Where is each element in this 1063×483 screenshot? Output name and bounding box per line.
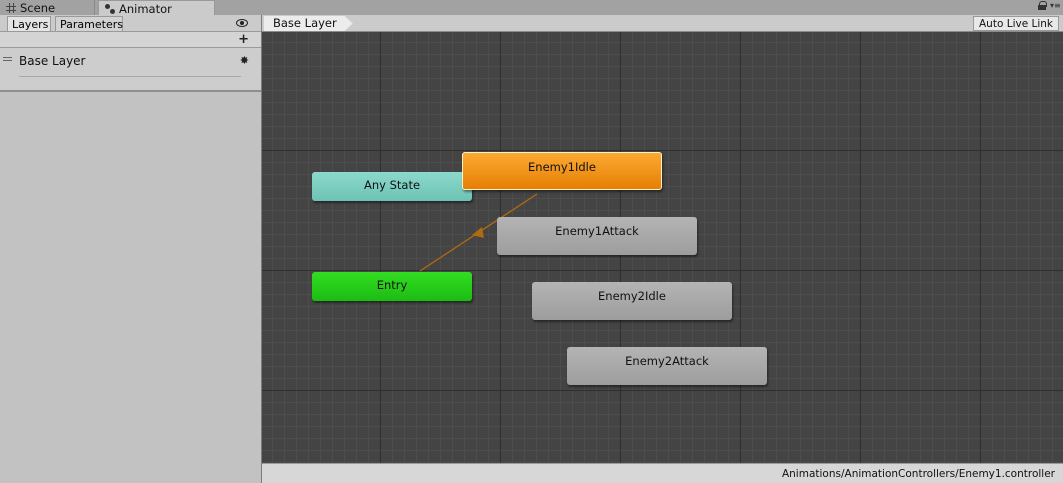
tab-animator-label: Animator — [119, 1, 172, 16]
state-any-state[interactable]: Any State — [312, 172, 472, 201]
tab-parameters[interactable]: Parameters — [55, 16, 123, 32]
window-menu-icon[interactable]: ▾≡ — [1050, 1, 1061, 10]
window-tab-strip: Scene Animator ▾≡ — [0, 0, 1063, 16]
auto-live-link-button[interactable]: Auto Live Link — [973, 16, 1059, 31]
state-machine-graph[interactable]: Base Layer Auto Live Link Any State Enem… — [262, 15, 1063, 463]
add-layer-button[interactable]: + — [238, 33, 249, 46]
drag-handle-icon[interactable] — [3, 57, 12, 61]
state-enemy1-idle[interactable]: Enemy1Idle — [462, 152, 662, 190]
window-controls: ▾≡ — [1038, 1, 1061, 10]
layer-item-base-layer[interactable]: Base Layer ✸ — [0, 48, 261, 92]
eye-icon[interactable] — [236, 19, 248, 27]
tab-animator[interactable]: Animator — [98, 0, 215, 16]
tab-scene-label: Scene — [20, 0, 56, 15]
tab-scene[interactable]: Scene — [0, 0, 95, 15]
lock-icon[interactable] — [1038, 1, 1047, 10]
state-enemy2-attack[interactable]: Enemy2Attack — [567, 347, 767, 385]
state-entry[interactable]: Entry — [312, 272, 472, 301]
tab-layers[interactable]: Layers — [7, 16, 51, 32]
breadcrumb[interactable]: Base Layer — [264, 16, 353, 31]
controller-path: Animations/AnimationControllers/Enemy1.c… — [781, 468, 1055, 480]
gear-icon[interactable]: ✸ — [240, 55, 249, 66]
animator-icon — [105, 3, 115, 14]
layers-panel-toolbar: Layers Parameters — [0, 15, 261, 32]
transition-arrow-icon — [472, 227, 484, 238]
graph-toolbar: Base Layer Auto Live Link — [262, 15, 1063, 32]
layer-name: Base Layer — [19, 54, 86, 68]
state-enemy2-idle[interactable]: Enemy2Idle — [532, 282, 732, 320]
status-bar: Animations/AnimationControllers/Enemy1.c… — [262, 463, 1063, 483]
layers-header: + — [0, 32, 261, 48]
layers-panel: Layers Parameters + Base Layer ✸ — [0, 15, 262, 483]
grid-icon — [6, 2, 16, 13]
layer-weight-line — [19, 76, 241, 77]
state-enemy1-attack[interactable]: Enemy1Attack — [497, 217, 697, 255]
